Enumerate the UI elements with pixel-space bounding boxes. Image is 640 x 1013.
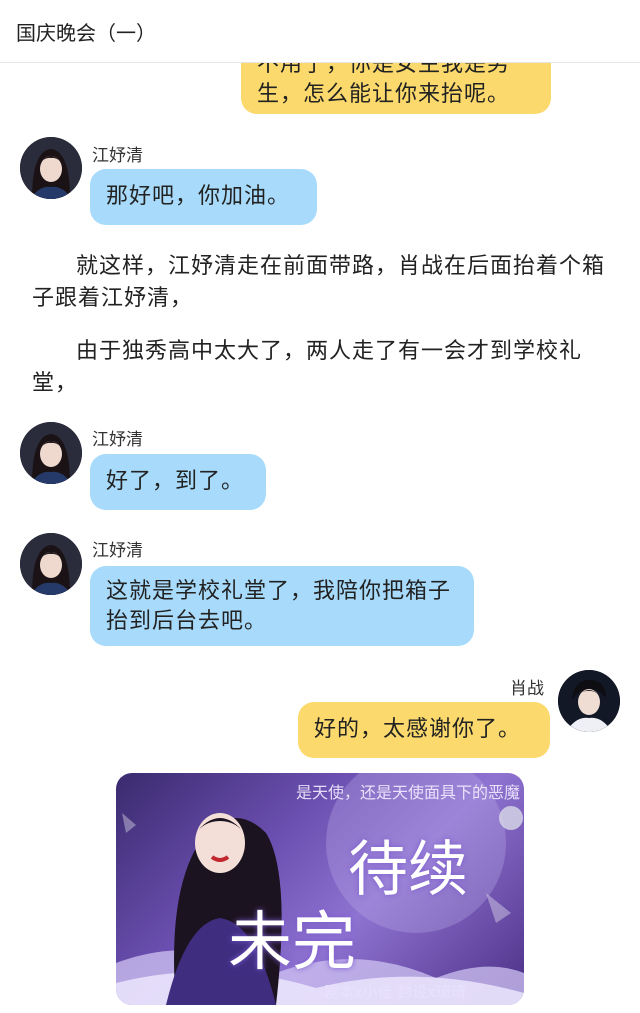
message-text-line: 生，怎么能让你来抬呢。 [257, 82, 511, 107]
poster-credits: 剧本x小佳 封设x琦琦 [324, 983, 466, 1001]
sender-name: 肖战 [510, 679, 544, 699]
sender-name: 江妤清 [92, 146, 143, 166]
poster-tagline: 是天使，还是天使面具下的恶魔 [296, 783, 521, 802]
message-bubble-other[interactable]: 好了，到了。 [90, 454, 266, 510]
poster-title-unfinished: 未完 [228, 906, 356, 980]
narration-text: 就这样，江妤清走在前面带路，肖战在后面抬着个箱子跟着江妤清， [32, 254, 606, 311]
poster-title-continued: 待续 [348, 835, 468, 905]
message-bubble-other[interactable]: 那好吧，你加油。 [90, 169, 317, 225]
sender-name: 江妤清 [92, 541, 143, 561]
message-text: 好了，到了。 [106, 469, 245, 494]
message-text: 好的，太感谢你了。 [314, 717, 522, 742]
continuation-poster-image[interactable]: 是天使，还是天使面具下的恶魔 待续 未完 剧本x小佳 封设x琦琦 [116, 773, 524, 1005]
message-bubble-self[interactable]: 好的，太感谢你了。 [298, 702, 550, 758]
message-text: 这就是学校礼堂了，我陪你把箱子抬到后台去吧。 [106, 579, 452, 634]
sender-name: 江妤清 [92, 430, 143, 450]
avatar-jiang-yuqing[interactable] [20, 137, 82, 199]
narration-text: 由于独秀高中太大了，两人走了有一会才到学校礼堂， [32, 339, 583, 396]
avatar-jiang-yuqing[interactable] [20, 533, 82, 595]
avatar-xiao-zhan[interactable] [558, 670, 620, 732]
page-title: 国庆晚会（一） [16, 21, 156, 45]
message-text: 那好吧，你加油。 [106, 184, 291, 209]
avatar-jiang-yuqing[interactable] [20, 422, 82, 484]
top-bar: 国庆晚会（一） [0, 0, 640, 63]
message-bubble-other[interactable]: 这就是学校礼堂了，我陪你把箱子抬到后台去吧。 [90, 566, 474, 646]
